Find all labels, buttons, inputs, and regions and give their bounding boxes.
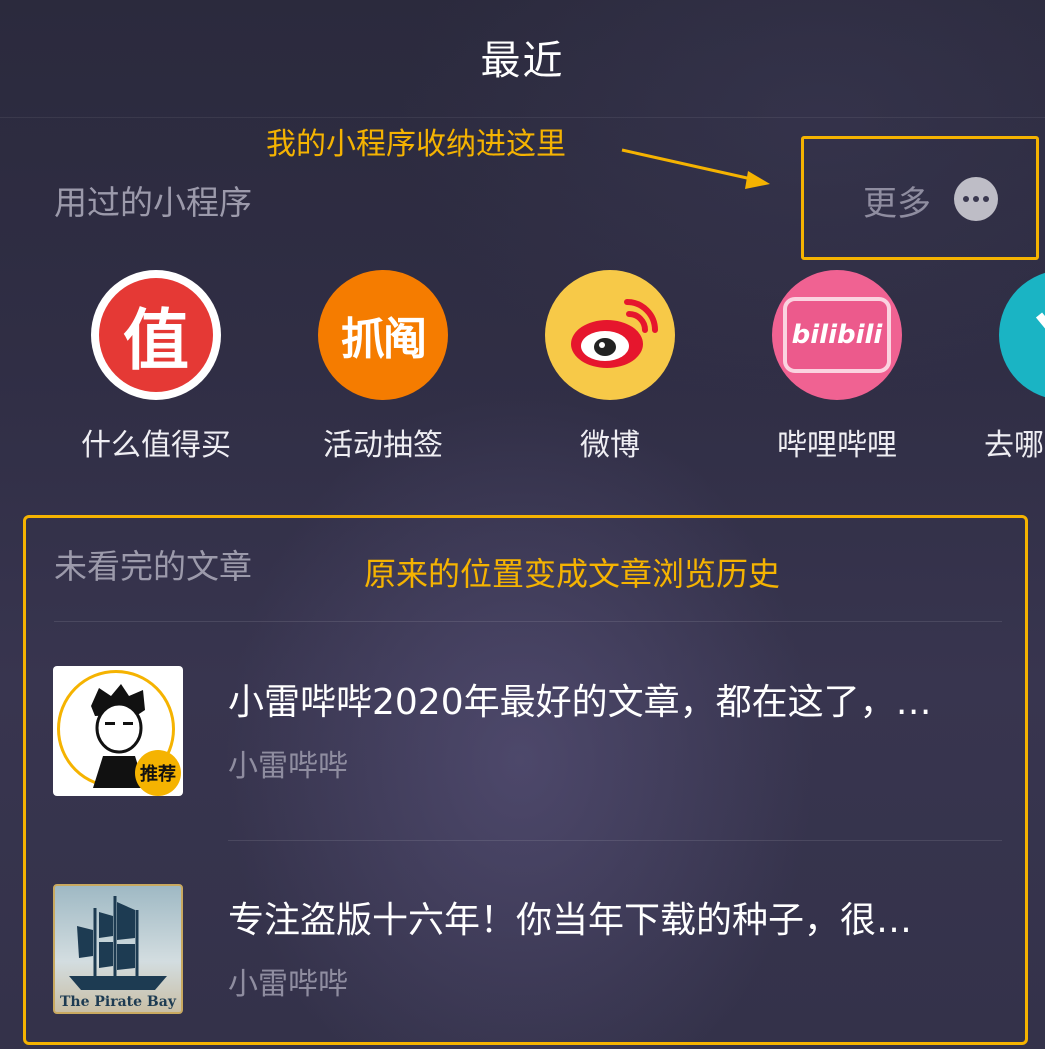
mini-program-label: 微博 [580,428,640,463]
article-source: 小雷哔哔 [228,967,348,1002]
more-button[interactable]: 更多 [863,176,931,225]
article-title[interactable]: 专注盗版十六年！你当年下载的种子，很… [228,891,998,943]
mini-program-label: 去哪 [984,428,1044,463]
section-label-mini-programs: 用过的小程序 [54,183,252,222]
mini-program-bilibili[interactable]: bilibili 哔哩哔哩 [757,270,917,464]
annotation-articles: 原来的位置变成文章浏览历史 [364,555,781,593]
weibo-icon [545,270,675,400]
qunar-icon [999,270,1045,400]
more-icon[interactable] [954,177,998,221]
zhi-icon-text: 值 [123,302,189,379]
mini-program-qunar[interactable]: 去哪 [984,270,1045,464]
mini-program-lottery[interactable]: 抓阄 活动抽签 [303,270,463,464]
mini-program-label: 哔哩哔哩 [777,428,897,463]
mini-program-label: 什么值得买 [81,428,231,463]
divider [54,621,1002,622]
bilibili-icon-text: bilibili [791,320,883,350]
zhi-icon: 值 [91,270,221,400]
header-divider [0,117,1045,118]
bilibili-icon: bilibili [772,270,902,400]
mini-program-smzdm[interactable]: 值 什么值得买 [76,270,236,464]
mini-program-weibo[interactable]: 微博 [530,270,690,464]
mini-program-label: 活动抽签 [323,428,443,463]
article-source: 小雷哔哔 [228,749,348,784]
page-title: 最近 [480,38,565,84]
pirate-bay-thumbnail[interactable]: The Pirate Bay [53,884,183,1014]
annotation-arrow [621,148,770,189]
avatar-recommend-thumbnail[interactable]: 推荐 [53,666,183,796]
zhuawa-icon: 抓阄 [318,270,448,400]
annotation-mini-programs: 我的小程序收纳进这里 [266,127,566,162]
pirate-bay-caption: The Pirate Bay [60,994,176,1010]
zhuawa-icon-text: 抓阄 [341,314,427,365]
divider [228,840,1002,841]
recommend-badge: 推荐 [140,764,176,785]
section-label-articles: 未看完的文章 [54,547,252,586]
article-title[interactable]: 小雷哔哔2020年最好的文章，都在这了，… [228,673,998,725]
